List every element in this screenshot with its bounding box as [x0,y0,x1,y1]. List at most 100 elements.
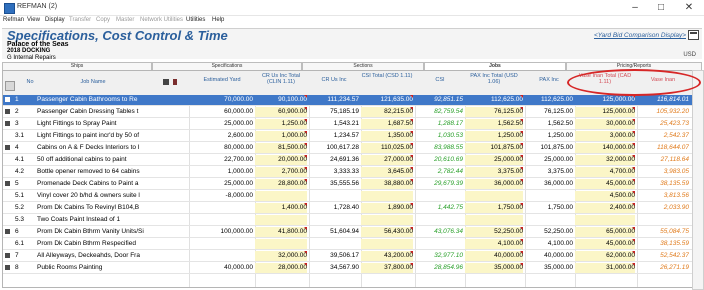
pax1-cell[interactable]: 112,625.00 [465,95,523,105]
menu-copy[interactable]: Copy [96,17,110,23]
csi1-cell[interactable] [361,239,413,249]
job-name-cell[interactable]: 50 off additional cabins to paint [37,155,161,165]
csi1-cell[interactable]: 1,687.50 [361,119,413,129]
comment-marker-icon[interactable] [632,119,635,122]
csi1-cell[interactable]: 82,215.00 [361,107,413,117]
comment-marker-icon[interactable] [632,263,635,266]
pax1-cell[interactable]: 4,100.00 [465,239,523,249]
minimize-button[interactable]: – [624,1,646,14]
job-name-cell[interactable]: All Alleyways, Deckeahds, Door Fra [37,251,161,261]
table-row[interactable]: 3.1 Light Fittings to paint incr'd by 50 … [3,131,693,142]
row-expand-icon[interactable] [5,253,10,258]
comment-marker-icon[interactable] [304,263,307,266]
job-name-cell[interactable]: Vinyl cover 20 b/hd & owners suite l [37,191,161,201]
cr1-cell[interactable] [255,191,307,201]
table-row[interactable]: 2 Passenger Cabin Dressing Tables t 60,000… [3,107,693,118]
comment-marker-icon[interactable] [632,155,635,158]
comment-marker-icon[interactable] [410,95,413,98]
comment-marker-icon[interactable] [520,239,523,242]
v1-cell[interactable]: 32,000.00 [575,155,635,165]
table-row[interactable]: 3 Light Fittings to Spray Paint 25,000.00 1… [3,119,693,130]
menu-display[interactable]: Display [45,17,65,23]
flag-icon[interactable] [173,79,177,85]
row-expand-icon[interactable] [5,97,10,102]
comment-marker-icon[interactable] [520,179,523,182]
cr1-cell[interactable]: 90,100.00 [255,95,307,105]
comment-marker-icon[interactable] [632,143,635,146]
table-row[interactable]: 4 Cabins on A & F Decks Interiors to I 80,… [3,143,693,154]
col-header-estimated[interactable]: Estimated Yard [189,77,255,83]
comment-marker-icon[interactable] [632,107,635,110]
v1-cell[interactable]: 30,000.00 [575,119,635,129]
pax1-cell[interactable]: 25,000.00 [465,155,523,165]
tab-sections[interactable]: Sections [302,62,424,70]
v1-cell[interactable]: 45,000.00 [575,179,635,189]
row-expand-icon[interactable] [5,109,10,114]
comment-marker-icon[interactable] [304,107,307,110]
v1-cell[interactable]: 4,500.00 [575,191,635,201]
job-name-cell[interactable]: Prom Dk Cabin Bthrm Vanity Units/Si [37,227,161,237]
comment-marker-icon[interactable] [410,131,413,134]
comment-marker-icon[interactable] [410,167,413,170]
menu-utilities[interactable]: Utilities [186,17,205,23]
v1-cell[interactable]: 62,000.00 [575,251,635,261]
table-row[interactable]: 5.3 Two Coats Paint Instead of 1 [3,215,693,226]
v1-cell[interactable]: 65,000.00 [575,227,635,237]
menu-view[interactable]: View [27,17,40,23]
vertical-scrollbar[interactable] [692,70,704,290]
comment-marker-icon[interactable] [410,155,413,158]
attachment-icon[interactable] [163,79,169,85]
comment-marker-icon[interactable] [304,167,307,170]
cr1-cell[interactable]: 2,700.00 [255,167,307,177]
comment-marker-icon[interactable] [304,251,307,254]
grid-menu-icon[interactable] [5,81,15,91]
menu-transfer[interactable]: Transfer [69,17,91,23]
pax1-cell[interactable]: 1,562.50 [465,119,523,129]
comment-marker-icon[interactable] [304,155,307,158]
comment-marker-icon[interactable] [304,203,307,206]
cr1-cell[interactable]: 81,500.00 [255,143,307,153]
v1-cell[interactable]: 140,000.00 [575,143,635,153]
comment-marker-icon[interactable] [632,179,635,182]
comment-marker-icon[interactable] [632,167,635,170]
pax1-cell[interactable]: 36,000.00 [465,179,523,189]
table-row[interactable]: 5.2 Prom Dk Cabins To Revinyl B104,B 1,400… [3,203,693,214]
tab-specifications[interactable]: Specifications [152,62,302,70]
v1-cell[interactable]: 45,000.00 [575,239,635,249]
comment-marker-icon[interactable] [632,131,635,134]
cr1-cell[interactable]: 28,000.00 [255,263,307,273]
comment-marker-icon[interactable] [520,107,523,110]
col-header-cr-us-inc[interactable]: CR Us Inc [309,77,359,83]
csi1-cell[interactable]: 1,890.00 [361,203,413,213]
csi1-cell[interactable]: 110,025.00 [361,143,413,153]
col-header-pax-inc-total[interactable]: PAX Inc Total (USD 1.06) [465,73,523,85]
comment-marker-icon[interactable] [632,227,635,230]
job-name-cell[interactable]: Passenger Cabin Bathrooms to Re [37,95,161,105]
tab-ships[interactable]: Ships [2,62,152,70]
csi1-cell[interactable]: 121,635.00 [361,95,413,105]
csi1-cell[interactable]: 43,200.00 [361,251,413,261]
row-expand-icon[interactable] [5,265,10,270]
table-row[interactable]: 1 Passenger Cabin Bathrooms to Re 70,000.0… [3,95,693,106]
row-expand-icon[interactable] [5,229,10,234]
csi1-cell[interactable] [361,215,413,225]
cr1-cell[interactable]: 20,000.00 [255,155,307,165]
cr1-cell[interactable]: 1,250.00 [255,119,307,129]
cr1-cell[interactable]: 1,400.00 [255,203,307,213]
comment-marker-icon[interactable] [520,131,523,134]
col-header-vase-inan[interactable]: Vase Inan [637,77,689,83]
table-row[interactable]: 4.2 Bottle opener removed to 64 cabins 1,0… [3,167,693,178]
pax1-cell[interactable]: 101,875.00 [465,143,523,153]
comment-marker-icon[interactable] [410,227,413,230]
pax1-cell[interactable]: 3,375.00 [465,167,523,177]
comment-marker-icon[interactable] [410,203,413,206]
comment-marker-icon[interactable] [520,263,523,266]
table-row[interactable]: 4.1 50 off additional cabins to paint 22,7… [3,155,693,166]
comment-marker-icon[interactable] [632,203,635,206]
cr1-cell[interactable]: 28,800.00 [255,179,307,189]
close-button[interactable]: ✕ [678,1,700,14]
csi1-cell[interactable] [361,191,413,201]
comment-marker-icon[interactable] [520,251,523,254]
col-header-cr-us-inc-total[interactable]: CR Us Inc Total (CLIN 1.11) [255,73,307,85]
pax1-cell[interactable]: 1,750.00 [465,203,523,213]
